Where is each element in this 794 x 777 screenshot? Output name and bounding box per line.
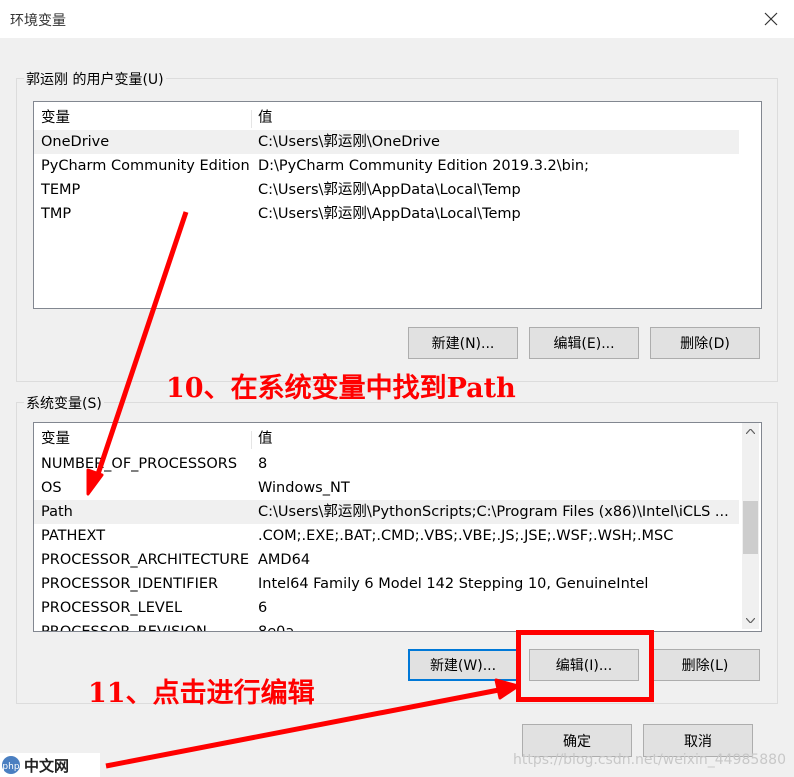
row-value: AMD64 [258, 552, 311, 568]
row-name: PROCESSOR_REVISION [41, 624, 207, 632]
watermark-text: 中文网 [24, 756, 70, 775]
table-row[interactable]: PROCESSOR_ARCHITECTURE AMD64 [34, 548, 739, 572]
php-logo-icon: php [0, 754, 22, 776]
row-value: C:\Users\郭运刚\PythonScripts;C:\Program Fi… [258, 504, 729, 520]
row-value: 6 [258, 600, 268, 616]
annotation-step-11: 11、点击进行编辑 [88, 678, 315, 709]
row-value: Intel64 Family 6 Model 142 Stepping 10, … [258, 576, 649, 592]
header-value[interactable]: 值 [258, 427, 273, 451]
table-row[interactable]: PROCESSOR_LEVEL 6 [34, 596, 739, 620]
row-name: TEMP [41, 182, 81, 198]
system-variables-list[interactable]: 变量 值 NUMBER_OF_PROCESSORS 8 OS Windows_N… [33, 422, 762, 632]
scroll-down-button[interactable] [742, 612, 759, 629]
close-button[interactable] [748, 0, 794, 38]
table-row[interactable]: NUMBER_OF_PROCESSORS 8 [34, 452, 739, 476]
vertical-scrollbar[interactable] [742, 423, 759, 629]
header-value[interactable]: 值 [258, 106, 273, 130]
table-row[interactable]: TEMP C:\Users\郭运刚\AppData\Local\Temp [34, 178, 739, 202]
environment-variables-dialog: 郭运刚 的用户变量(U) 变量 值 OneDrive C:\Users\郭运刚\… [0, 38, 794, 777]
row-name: PROCESSOR_IDENTIFIER [41, 576, 219, 592]
user-new-button[interactable]: 新建(N)... [408, 327, 518, 359]
row-name: Path [41, 504, 73, 520]
scroll-up-button[interactable] [742, 423, 759, 440]
scroll-thumb[interactable] [743, 501, 758, 554]
header-variable[interactable]: 变量 [41, 427, 70, 451]
row-name: NUMBER_OF_PROCESSORS [41, 456, 238, 472]
table-row[interactable]: PROCESSOR_IDENTIFIER Intel64 Family 6 Mo… [34, 572, 739, 596]
title-bar: 环境变量 [0, 0, 794, 38]
row-name: PyCharm Community Edition [41, 158, 250, 174]
row-name: PATHEXT [41, 528, 106, 544]
user-variables-label: 郭运刚 的用户变量(U) [24, 69, 166, 89]
row-value: C:\Users\郭运刚\AppData\Local\Temp [258, 206, 521, 222]
row-value: .COM;.EXE;.BAT;.CMD;.VBS;.VBE;.JS;.JSE;.… [258, 528, 674, 544]
row-value: 8 [258, 456, 268, 472]
row-value: D:\PyCharm Community Edition 2019.3.2\bi… [258, 158, 589, 174]
row-name: PROCESSOR_LEVEL [41, 600, 183, 616]
list-header: 变量 值 [34, 427, 739, 451]
table-row[interactable]: OS Windows_NT [34, 476, 739, 500]
svg-text:php: php [2, 762, 19, 772]
list-header: 变量 值 [34, 106, 739, 130]
user-edit-button[interactable]: 编辑(E)... [529, 327, 639, 359]
user-variables-list[interactable]: 变量 值 OneDrive C:\Users\郭运刚\OneDrive PyCh… [33, 101, 762, 309]
system-delete-button[interactable]: 删除(L) [650, 649, 760, 681]
table-row[interactable]: PATHEXT .COM;.EXE;.BAT;.CMD;.VBS;.VBE;.J… [34, 524, 739, 548]
row-value: C:\Users\郭运刚\AppData\Local\Temp [258, 182, 521, 198]
row-name: OS [41, 480, 62, 496]
system-new-button[interactable]: 新建(W)... [408, 649, 518, 681]
chevron-down-icon [746, 618, 755, 623]
system-variables-label: 系统变量(S) [24, 393, 104, 413]
chevron-up-icon [746, 429, 755, 434]
table-row[interactable]: TMP C:\Users\郭运刚\AppData\Local\Temp [34, 202, 739, 226]
row-name: OneDrive [41, 134, 110, 150]
csdn-watermark: https://blog.csdn.net/weixin_44985880 [512, 752, 786, 768]
row-name: TMP [41, 206, 72, 222]
header-divider[interactable] [251, 110, 252, 128]
row-name: PROCESSOR_ARCHITECTURE [41, 552, 250, 568]
table-row[interactable]: PyCharm Community Edition D:\PyCharm Com… [34, 154, 739, 178]
header-divider[interactable] [251, 431, 252, 449]
table-row[interactable]: OneDrive C:\Users\郭运刚\OneDrive [34, 130, 739, 154]
close-icon [764, 12, 778, 26]
window-title: 环境变量 [10, 13, 66, 29]
row-value: 8e0a [258, 624, 295, 632]
user-delete-button[interactable]: 删除(D) [650, 327, 760, 359]
highlight-edit-box [516, 630, 654, 702]
row-value: C:\Users\郭运刚\OneDrive [258, 134, 440, 150]
table-row-path[interactable]: Path C:\Users\郭运刚\PythonScripts;C:\Progr… [34, 500, 739, 524]
header-variable[interactable]: 变量 [41, 106, 70, 130]
annotation-step-10: 10、在系统变量中找到Path [166, 373, 516, 404]
row-value: Windows_NT [258, 480, 350, 496]
site-watermark: php 中文网 [0, 753, 100, 777]
